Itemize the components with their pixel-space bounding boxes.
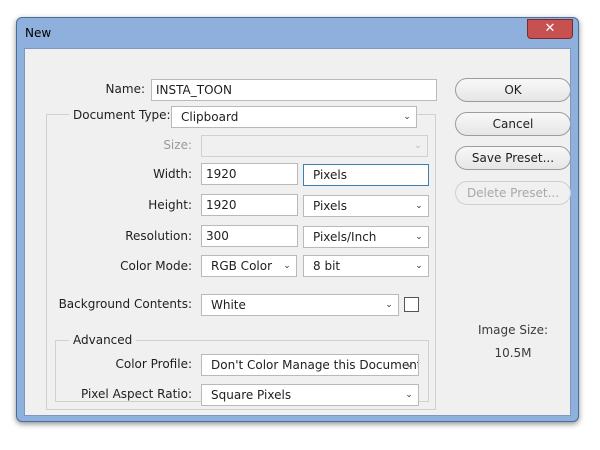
chevron-down-icon: ⌄	[415, 201, 423, 211]
height-unit-value: Pixels	[313, 199, 348, 213]
height-field[interactable]: 1920	[201, 194, 298, 216]
height-unit-dropdown[interactable]: Pixels ⌄	[303, 195, 429, 217]
color-mode-dropdown[interactable]: RGB Color ⌄	[201, 255, 297, 277]
document-type-value: Clipboard	[181, 110, 239, 124]
background-contents-value: White	[211, 298, 246, 312]
width-label: Width:	[153, 167, 192, 181]
delete-preset-button: Delete Preset...	[455, 181, 571, 205]
color-mode-value: RGB Color	[211, 259, 273, 273]
pixel-aspect-ratio-dropdown[interactable]: Square Pixels ⌄	[201, 384, 419, 406]
width-unit-dropdown[interactable]: Pixels	[303, 164, 429, 186]
ok-button[interactable]: OK	[455, 78, 571, 102]
close-button[interactable]: ✕	[527, 19, 573, 39]
color-profile-dropdown[interactable]: Don't Color Manage this Document ⌄	[201, 354, 419, 376]
dialog-body: Name: INSTA_TOON Document Type: Clipboar…	[24, 48, 571, 416]
name-label: Name:	[105, 82, 145, 96]
resolution-label: Resolution:	[125, 229, 192, 243]
image-size-label: Image Size:	[477, 323, 549, 337]
color-profile-label: Color Profile:	[115, 357, 193, 371]
bit-depth-value: 8 bit	[313, 259, 341, 273]
new-document-dialog: New ✕ Name: INSTA_TOON Document Type: Cl…	[16, 17, 579, 422]
chevron-down-icon: ⌄	[405, 390, 413, 400]
size-label: Size:	[163, 138, 192, 152]
window-title: New	[25, 26, 52, 40]
size-dropdown: ⌄	[201, 135, 428, 157]
bit-depth-dropdown[interactable]: 8 bit ⌄	[303, 255, 429, 277]
height-label: Height:	[148, 198, 192, 212]
chevron-down-icon: ⌄	[414, 141, 422, 151]
resolution-field[interactable]: 300	[201, 225, 298, 247]
background-color-swatch[interactable]	[404, 297, 419, 312]
width-field[interactable]: 1920	[201, 163, 298, 185]
resolution-unit-dropdown[interactable]: Pixels/Inch ⌄	[303, 226, 429, 248]
document-type-label: Document Type:	[69, 108, 175, 122]
chevron-down-icon: ⌄	[415, 261, 423, 271]
pixel-aspect-ratio-value: Square Pixels	[211, 388, 292, 402]
cancel-button[interactable]: Cancel	[455, 112, 571, 136]
save-preset-button[interactable]: Save Preset...	[455, 146, 571, 170]
title-bar: New ✕	[17, 18, 578, 48]
background-contents-dropdown[interactable]: White ⌄	[201, 294, 399, 316]
document-type-dropdown[interactable]: Clipboard ⌄	[171, 106, 417, 128]
color-mode-label: Color Mode:	[120, 259, 192, 273]
background-contents-label: Background Contents:	[58, 297, 192, 311]
chevron-down-icon: ⌄	[405, 360, 413, 370]
close-icon: ✕	[544, 21, 556, 36]
name-field[interactable]: INSTA_TOON	[151, 79, 437, 101]
chevron-down-icon: ⌄	[283, 261, 291, 271]
chevron-down-icon: ⌄	[385, 300, 393, 310]
chevron-down-icon: ⌄	[415, 232, 423, 242]
chevron-down-icon: ⌄	[403, 112, 411, 122]
pixel-aspect-ratio-label: Pixel Aspect Ratio:	[81, 387, 192, 401]
resolution-unit-value: Pixels/Inch	[313, 230, 377, 244]
advanced-legend: Advanced	[69, 333, 137, 347]
color-profile-value: Don't Color Manage this Document	[211, 358, 419, 372]
image-size-value: 10.5M	[494, 346, 532, 360]
